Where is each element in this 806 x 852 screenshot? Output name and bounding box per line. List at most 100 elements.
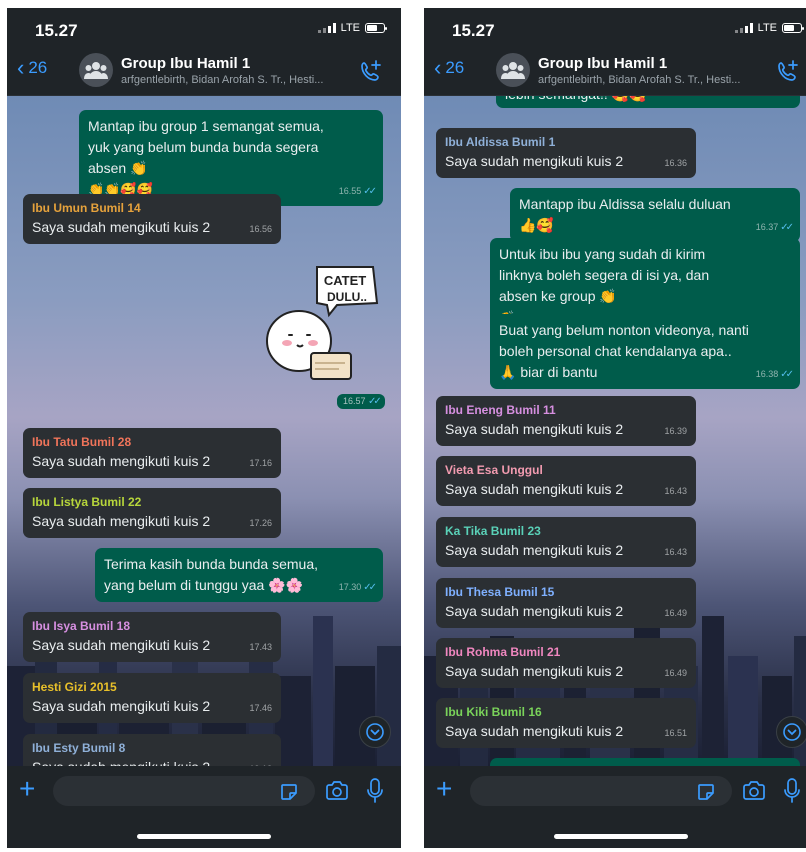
message-timestamp: 19.12 [249, 759, 272, 766]
battery-icon [782, 23, 804, 33]
mic-icon[interactable] [784, 778, 800, 804]
incoming-message[interactable]: Ibu Isya Bumil 18 Saya sudah mengikuti ku… [23, 612, 281, 662]
battery-icon [365, 23, 387, 33]
outgoing-message[interactable]: lebih semangat!! 🥰🥰16.19✓✓ [496, 96, 800, 108]
back-button[interactable]: ‹ 26 [434, 55, 465, 80]
message-text: Saya sudah mengikuti kuis 2 [32, 698, 211, 714]
incoming-message[interactable]: Ibu Rohma Bumil 21 Saya sudah mengikuti k… [436, 638, 696, 688]
message-sender[interactable]: Ibu Aldissa Bumil 1 [445, 134, 687, 150]
message-sender[interactable]: Ibu Kiki Bumil 16 [445, 704, 687, 720]
group-title[interactable]: Group Ibu Hamil 1 [538, 55, 667, 72]
incoming-message[interactable]: Ibu Listya Bumil 22 Saya sudah mengikuti … [23, 488, 281, 538]
sticker-icon[interactable] [696, 782, 716, 802]
message-timestamp: 16.49 [664, 668, 687, 678]
message-text: Saya sudah mengikuti kuis 2 [445, 723, 624, 739]
message-sender[interactable]: Ibu Eneng Bumil 11 [445, 402, 687, 418]
scroll-down-icon [783, 723, 801, 741]
chat-header: ‹ 26 Group Ibu Hamil 1 arfgentlebirth, B… [7, 46, 401, 96]
message-sender[interactable]: Ibu Isya Bumil 18 [32, 618, 272, 634]
message-timestamp: 16.36 [664, 158, 687, 168]
incoming-message[interactable]: Ka Tika Bumil 23 Saya sudah mengikuti kui… [436, 517, 696, 567]
phone-screen-left: 15.27 LTE ‹ 26 Group Ibu Hamil 1 arfgent… [7, 8, 401, 848]
back-chevron-icon: ‹ [17, 55, 25, 80]
camera-icon[interactable] [325, 780, 349, 802]
message-timestamp: 16.37✓✓ [756, 217, 794, 238]
incoming-message[interactable]: Ibu Umun Bumil 14 Saya sudah mengikuti ku… [23, 194, 281, 244]
message-text: Saya sudah mengikuti kuis 2 [445, 663, 624, 679]
outgoing-message[interactable]: Mantap ibu group 1 semangat semua, yuk y… [79, 110, 383, 206]
message-text: Saya sudah mengikuti kuis 2 [445, 153, 624, 169]
catet-dulu-sticker[interactable]: CATET DULU.. [259, 261, 379, 381]
chat-area[interactable]: lebih semangat!! 🥰🥰16.19✓✓ Ibu Aldissa Bu… [424, 96, 806, 766]
message-text: Saya sudah mengikuti kuis 2 [445, 421, 624, 437]
message-timestamp: 16.43 [664, 547, 687, 557]
network-label: LTE [340, 22, 360, 34]
message-sender[interactable]: Vieta Esa Unggul [445, 462, 687, 478]
message-text: Mantap ibu group 1 semangat semua, yuk y… [88, 118, 324, 176]
message-timestamp: 17.46 [249, 703, 272, 713]
back-button[interactable]: ‹ 26 [17, 55, 48, 80]
message-sender[interactable]: Ibu Umun Bumil 14 [32, 200, 272, 216]
back-count: 26 [28, 58, 48, 77]
message-timestamp: 17.16 [249, 458, 272, 468]
add-call-icon[interactable] [359, 59, 383, 88]
message-timestamp: 17.43 [249, 642, 272, 652]
message-composer: + [424, 766, 806, 848]
signal-icon [317, 23, 336, 33]
message-input[interactable] [53, 776, 315, 806]
incoming-message[interactable]: Ibu Kiki Bumil 16 Saya sudah mengikuti ku… [436, 698, 696, 748]
message-sender[interactable]: Ibu Rohma Bumil 21 [445, 644, 687, 660]
message-sender[interactable]: Ibu Esty Bumil 8 [32, 740, 272, 756]
group-avatar-icon[interactable] [79, 53, 113, 87]
message-sender[interactable]: Ibu Listya Bumil 22 [32, 494, 272, 510]
incoming-message[interactable]: Ibu Esty Bumil 8Saya sudah mengikuti kui… [23, 734, 281, 766]
incoming-message[interactable]: Hesti Gizi 2015 Saya sudah mengikuti kuis… [23, 673, 281, 723]
chat-area[interactable]: Mantap ibu group 1 semangat semua, yuk y… [7, 96, 401, 766]
camera-icon[interactable] [742, 780, 766, 802]
message-text: Saya sudah mengikuti kuis 2 [445, 603, 624, 619]
message-sender[interactable]: Hesti Gizi 2015 [32, 679, 272, 695]
sticker-text-1: CATET [324, 273, 366, 288]
scroll-down-button[interactable] [776, 716, 806, 748]
read-ticks-icon: ✓✓ [780, 222, 794, 233]
scroll-down-icon [366, 723, 384, 741]
message-text: Saya sudah mengikuti kuis 2 [32, 757, 272, 766]
back-count: 26 [445, 58, 465, 77]
sticker-icon[interactable] [279, 782, 299, 802]
outgoing-message[interactable]: Mantapp ibu Aldissa selalu duluan 👍🥰 16.3… [510, 188, 800, 242]
outgoing-message[interactable]: Buat yang belum nonton videonya, nanti b… [490, 314, 800, 389]
message-timestamp: 16.55 ✓✓ [339, 181, 377, 202]
message-sender[interactable]: Ibu Tatu Bumil 28 [32, 434, 272, 450]
message-text: Buat yang belum nonton videonya, nanti b… [499, 322, 749, 380]
read-ticks-icon: ✓✓ [780, 96, 794, 104]
group-title[interactable]: Group Ibu Hamil 1 [121, 55, 250, 72]
message-sender[interactable]: Ibu Thesa Bumil 15 [445, 584, 687, 600]
incoming-message[interactable]: Ibu Eneng Bumil 11 Saya sudah mengikuti k… [436, 396, 696, 446]
incoming-message[interactable]: Ibu Aldissa Bumil 1 Saya sudah mengikuti … [436, 128, 696, 178]
message-timestamp: 16.38 ✓✓ [756, 364, 794, 385]
message-timestamp: 16.19✓✓ [756, 96, 794, 104]
plus-icon[interactable]: + [436, 774, 452, 804]
message-text: Untuk ibu ibu yang sudah di kirim linkny… [499, 246, 710, 304]
message-text: Saya sudah mengikuti kuis 2 [32, 453, 211, 469]
incoming-message[interactable]: Vieta Esa Unggul Saya sudah mengikuti kui… [436, 456, 696, 506]
back-chevron-icon: ‹ [434, 55, 442, 80]
plus-icon[interactable]: + [19, 774, 35, 804]
group-avatar-icon[interactable] [496, 53, 530, 87]
mic-icon[interactable] [367, 778, 383, 804]
outgoing-message[interactable]: Mantap ibu group 1 semangat semua, yuk [490, 758, 800, 766]
outgoing-message[interactable]: Terima kasih bunda bunda semua, yang bel… [95, 548, 383, 602]
read-ticks-icon: ✓✓ [780, 369, 794, 380]
add-call-icon[interactable] [776, 59, 800, 88]
message-sender[interactable]: Ka Tika Bumil 23 [445, 523, 687, 539]
incoming-message[interactable]: Ibu Tatu Bumil 28 Saya sudah mengikuti ku… [23, 428, 281, 478]
message-timestamp: 16.43 [664, 486, 687, 496]
message-input[interactable] [470, 776, 732, 806]
phone-screen-right: 15.27 LTE ‹ 26 Group Ibu Hamil 1 arfgent… [424, 8, 806, 848]
status-time: 15.27 [452, 21, 495, 40]
sticker-timestamp: 16.57 ✓✓ [337, 394, 385, 409]
status-time: 15.27 [35, 21, 78, 40]
scroll-down-button[interactable] [359, 716, 391, 748]
group-participants: arfgentlebirth, Bidan Arofah S. Tr., Hes… [538, 74, 741, 86]
incoming-message[interactable]: Ibu Thesa Bumil 15 Saya sudah mengikuti k… [436, 578, 696, 628]
